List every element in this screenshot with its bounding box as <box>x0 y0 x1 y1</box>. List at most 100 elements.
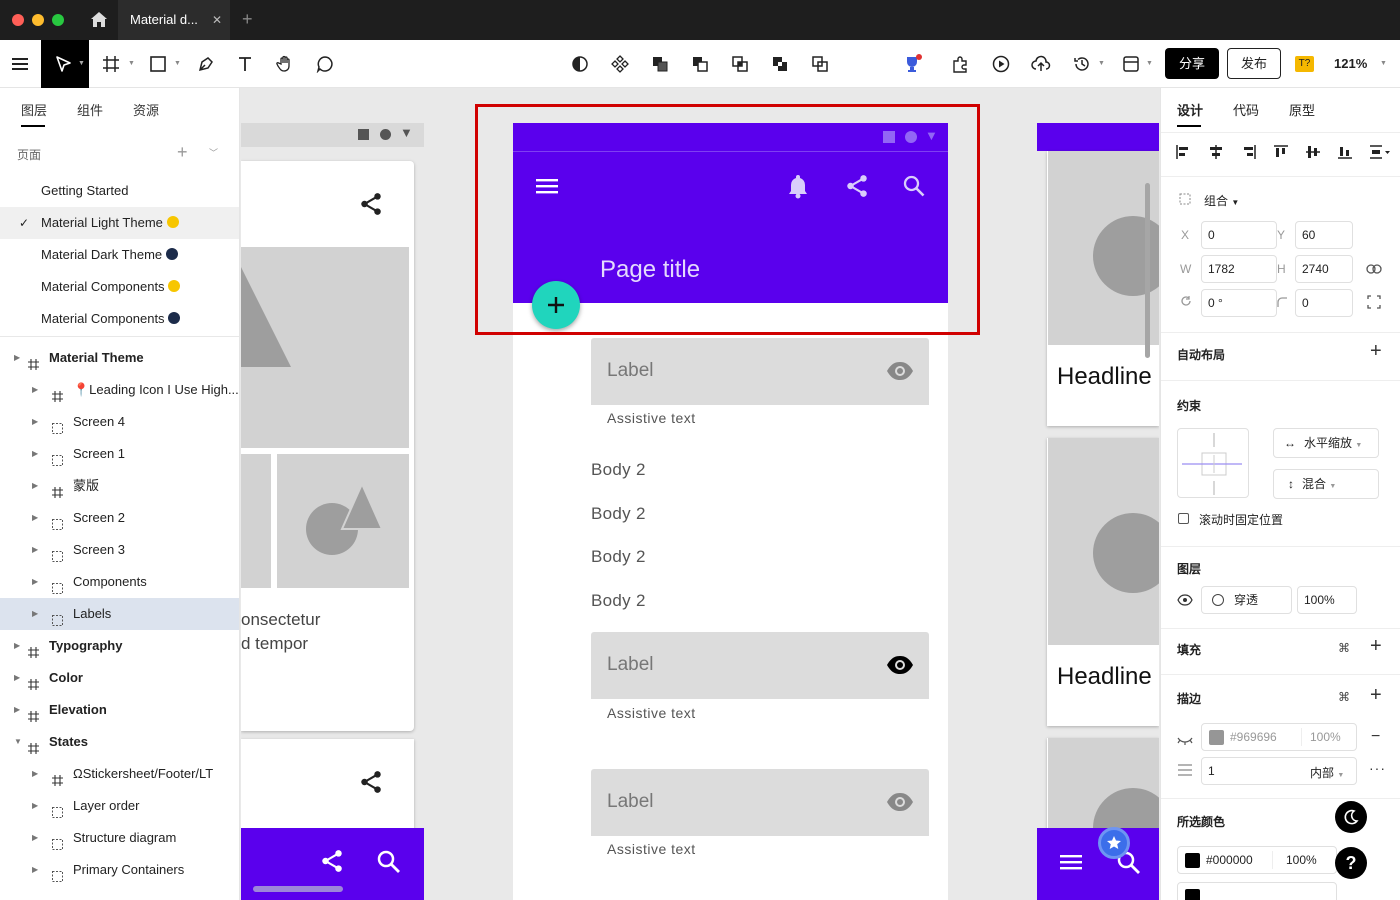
page-item[interactable]: Material Components <box>0 303 239 335</box>
mask-icon[interactable] <box>566 50 594 78</box>
scrollbar[interactable] <box>1145 183 1150 358</box>
expand-arrow-icon[interactable]: ▶ <box>32 854 38 886</box>
tab-prototype[interactable]: 原型 <box>1289 100 1315 119</box>
more-options-icon[interactable]: ··· <box>1369 760 1386 776</box>
blend-mode-select[interactable]: 穿透 <box>1201 586 1292 614</box>
add-auto-layout-icon[interactable]: + <box>1370 340 1382 363</box>
collapse-pages-icon[interactable]: ﹀ <box>209 146 218 159</box>
add-fill-icon[interactable]: + <box>1370 635 1382 658</box>
shape-tool-icon[interactable] <box>144 50 172 78</box>
color-hex[interactable]: #000000 <box>1206 853 1253 867</box>
stroke-color-field[interactable]: #969696 100% <box>1201 723 1357 751</box>
layer-item[interactable]: ▶ 蒙版 <box>0 470 239 502</box>
expand-arrow-icon[interactable]: ▶ <box>32 534 38 566</box>
layer-item[interactable]: ▶ Primary Containers <box>0 854 239 886</box>
canvas[interactable]: ▼ onsectetur d tempor ▼ Page title Label… <box>241 88 1159 900</box>
assistant-badge-icon[interactable] <box>1098 827 1130 859</box>
x-input[interactable]: 0 <box>1201 221 1277 249</box>
move-tool-button[interactable]: ▼ <box>41 40 89 88</box>
collapse-arrow-icon[interactable]: ▼ <box>14 726 22 758</box>
page-item[interactable]: Material Dark Theme <box>0 239 239 271</box>
hand-tool-icon[interactable] <box>271 50 299 78</box>
fix-on-scroll-checkbox[interactable] <box>1178 513 1189 524</box>
text-field[interactable]: Label <box>591 632 929 699</box>
tab-code[interactable]: 代码 <box>1233 100 1259 119</box>
opacity-input[interactable]: 100% <box>1297 586 1357 614</box>
rotation-input[interactable]: 0 ° <box>1201 289 1277 317</box>
share-icon[interactable] <box>358 191 384 220</box>
align-top-icon[interactable] <box>1273 144 1289 163</box>
eye-icon[interactable] <box>886 655 914 678</box>
selected-color-field[interactable]: #000000 100% <box>1177 846 1337 874</box>
minimize-window-button[interactable] <box>32 14 44 26</box>
expand-arrow-icon[interactable]: ▶ <box>32 406 38 438</box>
help-button[interactable]: ? <box>1335 847 1367 879</box>
align-center-v-icon[interactable] <box>1305 144 1321 163</box>
layer-item[interactable]: ▶ Elevation <box>0 694 239 726</box>
group-selector[interactable]: 组合 ▼ <box>1204 192 1239 209</box>
zoom-level[interactable]: 121% <box>1334 56 1367 71</box>
exclude-icon[interactable] <box>766 50 794 78</box>
layer-item[interactable]: ▶ Screen 1 <box>0 438 239 470</box>
layer-item[interactable]: ▶ Structure diagram <box>0 822 239 854</box>
layer-item[interactable]: ▶ Screen 4 <box>0 406 239 438</box>
plugins-icon[interactable] <box>946 50 974 78</box>
frame-tool-icon[interactable] <box>97 50 125 78</box>
expand-arrow-icon[interactable]: ▶ <box>32 790 38 822</box>
remove-stroke-icon[interactable]: − <box>1371 728 1380 746</box>
expand-arrow-icon[interactable]: ▶ <box>32 502 38 534</box>
component-icon[interactable] <box>606 50 634 78</box>
home-icon[interactable] <box>90 11 108 31</box>
eye-icon[interactable] <box>886 792 914 815</box>
font-badge[interactable]: T? <box>1295 56 1314 72</box>
expand-arrow-icon[interactable]: ▶ <box>32 566 38 598</box>
layer-item[interactable]: ▶ Layer order <box>0 790 239 822</box>
independent-corners-icon[interactable] <box>1367 295 1381 312</box>
layer-item[interactable]: ▶ Color <box>0 662 239 694</box>
layer-item[interactable]: ▶ Material Theme <box>0 342 239 374</box>
trophy-icon[interactable] <box>898 50 926 78</box>
layer-item[interactable]: ▶ 📍Leading Icon I Use High... <box>0 374 239 406</box>
file-tab[interactable]: Material d... ✕ <box>118 0 230 40</box>
align-bottom-icon[interactable] <box>1337 144 1353 163</box>
horizontal-constraint-select[interactable]: ↔ 水平缩放 ▼ <box>1273 428 1379 458</box>
width-input[interactable]: 1782 <box>1201 255 1277 283</box>
style-grid-icon[interactable]: ⌘ <box>1338 641 1350 655</box>
expand-arrow-icon[interactable]: ▶ <box>32 438 38 470</box>
add-stroke-icon[interactable]: + <box>1370 684 1382 707</box>
layer-item[interactable]: ▼ States <box>0 726 239 758</box>
close-tab-icon[interactable]: ✕ <box>212 0 222 40</box>
expand-arrow-icon[interactable]: ▶ <box>14 342 20 374</box>
selected-color-field[interactable] <box>1177 882 1337 900</box>
color-opacity[interactable]: 100% <box>1286 853 1317 867</box>
stroke-width-input[interactable]: 1 <box>1208 764 1215 778</box>
distribute-icon[interactable] <box>1369 144 1391 163</box>
color-swatch[interactable] <box>1185 853 1200 868</box>
history-icon[interactable] <box>1068 50 1096 78</box>
expand-arrow-icon[interactable]: ▶ <box>14 630 20 662</box>
radius-input[interactable]: 0 <box>1295 289 1353 317</box>
eye-icon[interactable] <box>886 361 914 384</box>
constraint-widget[interactable] <box>1177 428 1249 498</box>
vertical-constraint-select[interactable]: ↕ 混合 ▼ <box>1273 469 1379 499</box>
subtract-icon[interactable] <box>686 50 714 78</box>
eye-icon[interactable] <box>1177 594 1193 609</box>
new-tab-button[interactable]: + <box>242 9 253 30</box>
pen-tool-icon[interactable] <box>192 50 220 78</box>
layer-item[interactable]: ▶ ΩStickersheet/Footer/LT <box>0 758 239 790</box>
share-button[interactable]: 分享 <box>1165 48 1219 79</box>
expand-arrow-icon[interactable]: ▶ <box>32 470 38 502</box>
align-right-icon[interactable] <box>1241 144 1257 163</box>
menu-icon[interactable] <box>1060 854 1082 873</box>
expand-arrow-icon[interactable]: ▶ <box>14 662 20 694</box>
layer-item[interactable]: ▶ Components <box>0 566 239 598</box>
tab-components[interactable]: 组件 <box>77 100 103 119</box>
height-input[interactable]: 2740 <box>1295 255 1353 283</box>
tab-assets[interactable]: 资源 <box>133 100 159 119</box>
layer-item[interactable]: ▶ Screen 3 <box>0 534 239 566</box>
expand-arrow-icon[interactable]: ▶ <box>14 694 20 726</box>
link-icon[interactable] <box>1366 262 1382 277</box>
color-swatch[interactable] <box>1185 889 1200 900</box>
dark-mode-icon[interactable] <box>1335 801 1367 833</box>
layer-item[interactable]: ▶ Labels <box>0 598 239 630</box>
